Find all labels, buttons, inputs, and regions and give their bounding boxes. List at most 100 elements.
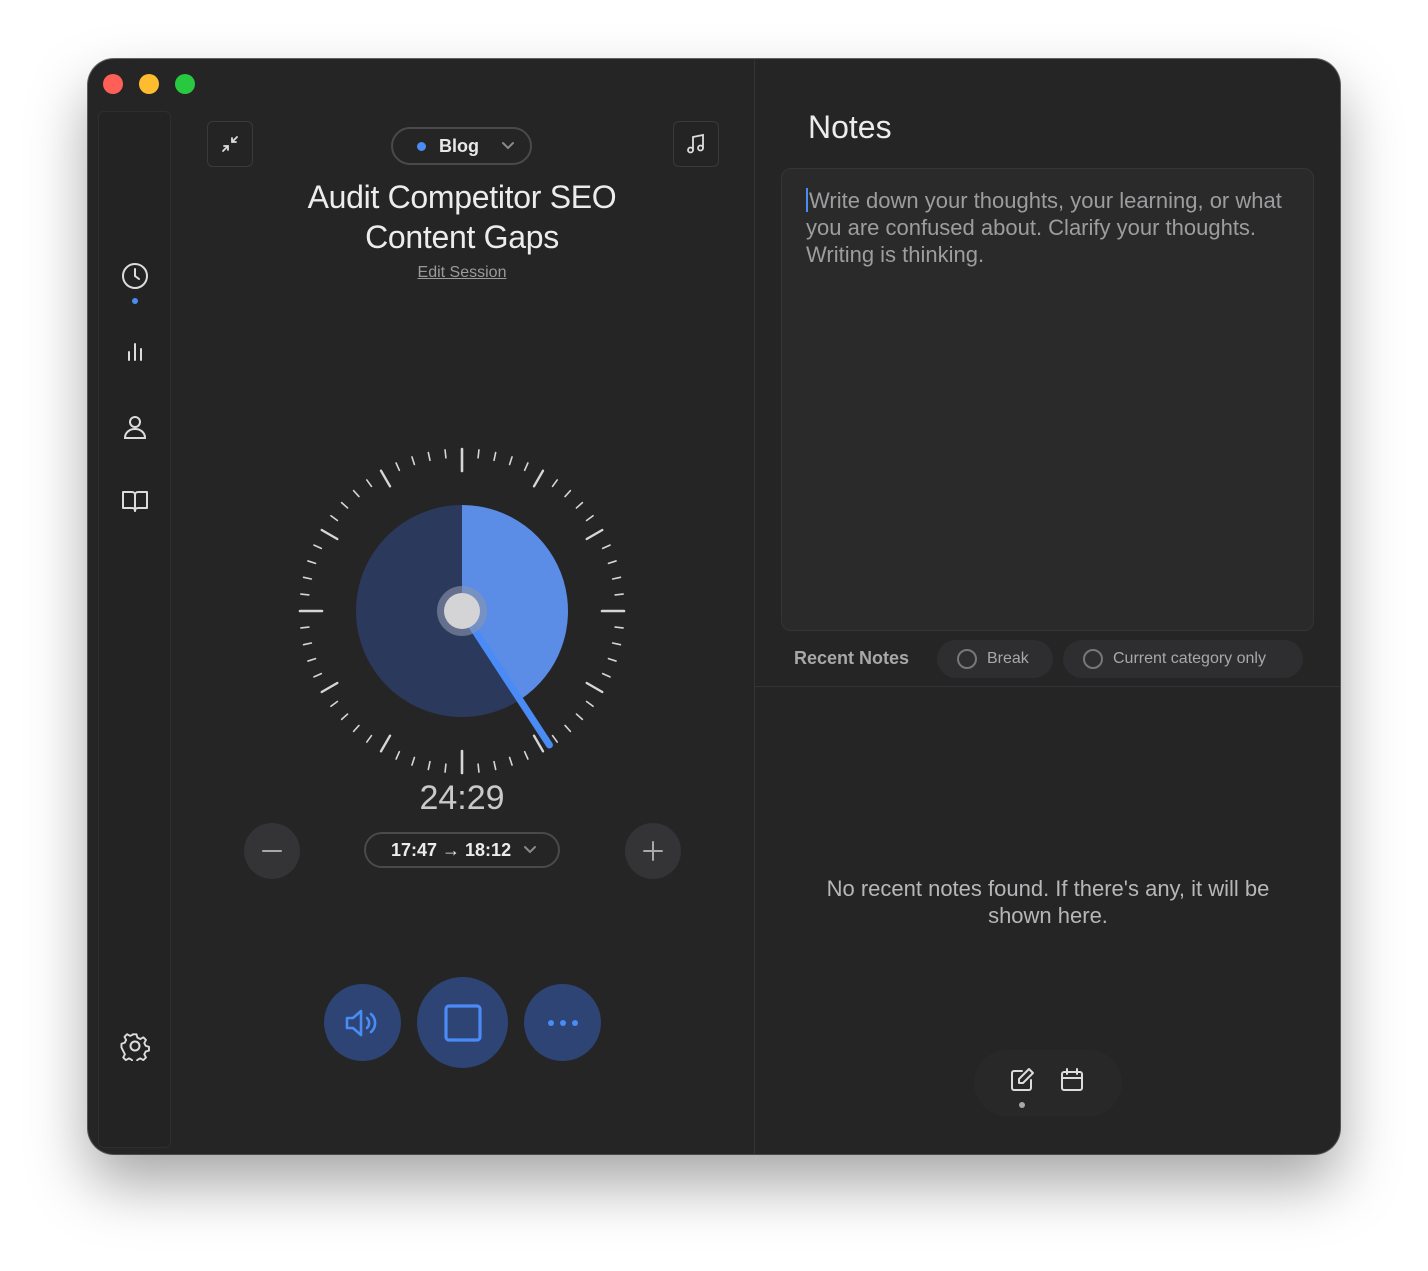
dial-tick [585, 528, 604, 541]
dial-tick [477, 763, 480, 773]
dial-tick [585, 681, 604, 694]
calendar-icon[interactable] [1056, 1064, 1088, 1096]
collapse-button[interactable] [207, 121, 253, 167]
dial-tick [585, 700, 594, 708]
stop-icon [443, 1003, 482, 1042]
category-label: Blog [439, 135, 479, 156]
notes-heading: Notes [808, 109, 892, 145]
dial-tick [551, 734, 559, 743]
empty-notes-message: No recent notes found. If there's any, i… [826, 876, 1270, 928]
time-range-selector[interactable]: 17:47 → 18:12 [364, 832, 560, 868]
dial-tick [601, 672, 611, 678]
chevron-down-icon [502, 142, 514, 150]
dial-tick [614, 626, 624, 629]
dial-tick [585, 514, 594, 522]
recent-divider [755, 686, 1340, 687]
current-category-filter-label: Current category only [1113, 650, 1266, 667]
remaining-time: 24:29 [419, 779, 505, 817]
dial-tick [611, 576, 622, 580]
active-tab-dot [1019, 1102, 1025, 1108]
dial-tick [300, 593, 310, 596]
break-filter-label: Break [987, 650, 1029, 667]
dial-tick [611, 642, 622, 646]
person-icon[interactable] [119, 411, 151, 443]
break-filter-toggle[interactable]: Break [937, 640, 1053, 678]
dial-tick [564, 724, 572, 733]
music-note-icon [687, 133, 704, 154]
decrease-time-button[interactable] [244, 823, 300, 879]
timer-dial [298, 447, 626, 775]
dial-tick [523, 462, 529, 472]
dial-tick [302, 576, 313, 580]
speaker-icon [345, 1009, 376, 1036]
app-window: Blog Audit Competitor SEO Content Gaps E… [88, 59, 1340, 1154]
ellipsis-icon [547, 1019, 578, 1026]
dial-tick [411, 756, 416, 766]
gear-icon[interactable] [119, 1030, 151, 1062]
dial-hub [444, 593, 480, 629]
close-window-button[interactable] [103, 74, 123, 94]
dial-tick [523, 750, 529, 760]
active-indicator-dot [132, 298, 138, 304]
dial-tick [493, 760, 497, 771]
chevron-down-icon [524, 846, 537, 854]
dial-tick [379, 469, 392, 488]
dial-tick [300, 626, 310, 629]
dial-tick [395, 462, 401, 472]
dial-tick [365, 479, 373, 488]
increase-time-button[interactable] [625, 823, 681, 879]
zoom-window-button[interactable] [175, 74, 195, 94]
dial-tick [607, 657, 617, 662]
dial-tick [493, 451, 497, 462]
dial-tick [307, 560, 317, 565]
compose-icon[interactable] [1006, 1064, 1038, 1096]
more-options-button[interactable] [524, 984, 601, 1061]
bar-chart-icon[interactable] [119, 336, 151, 368]
dial-tick [340, 713, 349, 721]
time-range-label: 17:47 → 18:12 [391, 839, 512, 860]
dial-tick [313, 672, 323, 678]
dial-tick [395, 750, 401, 760]
dial-tick [352, 489, 360, 498]
dial-tick [320, 528, 339, 541]
dial-tick [307, 657, 317, 662]
notes-placeholder: Write down your thoughts, your learning,… [806, 188, 1282, 267]
session-title: Audit Competitor SEO Content Gaps [307, 179, 617, 255]
dial-tick [551, 479, 559, 488]
sound-button[interactable] [324, 984, 401, 1061]
dial-tick [352, 724, 360, 733]
compress-arrows-icon [222, 136, 238, 152]
dial-tick [427, 451, 431, 462]
stop-button[interactable] [417, 977, 508, 1068]
dial-tick [427, 760, 431, 771]
music-button[interactable] [673, 121, 719, 167]
dial-tick [532, 469, 545, 488]
book-icon[interactable] [119, 485, 151, 517]
panel-divider [754, 59, 755, 1154]
radio-icon [1083, 649, 1103, 669]
dial-tick [607, 560, 617, 565]
minimize-window-button[interactable] [139, 74, 159, 94]
dial-tick [564, 489, 572, 498]
dial-tick [508, 756, 513, 766]
dial-tick [508, 456, 513, 466]
dial-tick [614, 593, 624, 596]
clock-icon[interactable] [119, 260, 151, 292]
dial-tick [330, 700, 339, 708]
dial-tick [601, 544, 611, 550]
dial-tick [411, 456, 416, 466]
dial-tick [575, 501, 584, 509]
edit-session-link[interactable]: Edit Session [388, 264, 536, 282]
current-category-filter-toggle[interactable]: Current category only [1063, 640, 1303, 678]
minus-icon [262, 850, 282, 852]
category-selector[interactable]: Blog [391, 127, 532, 165]
dial-tick [340, 501, 349, 509]
notes-textarea[interactable]: Write down your thoughts, your learning,… [781, 168, 1314, 631]
dial-tick [444, 449, 447, 459]
dial-tick [444, 763, 447, 773]
dial-tick [330, 514, 339, 522]
category-color-dot [417, 141, 426, 151]
dial-tick [575, 713, 584, 721]
plus-icon [643, 841, 663, 861]
dial-tick [365, 734, 373, 743]
